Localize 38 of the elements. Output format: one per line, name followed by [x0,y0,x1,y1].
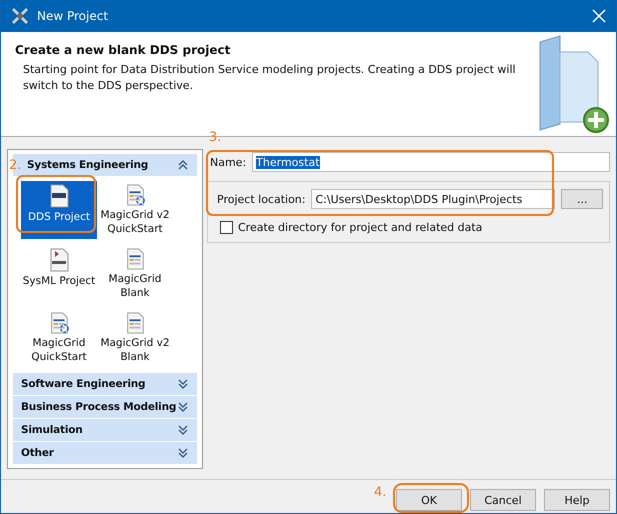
header-title: Create a new blank DDS project [15,43,232,57]
annotation-number: 3. [209,130,222,145]
expand-icon [178,402,188,412]
expand-icon [178,448,188,458]
app-logo-icon [11,7,29,25]
template-item[interactable]: SysML Project [21,245,97,303]
template-item[interactable]: DDS Project [21,181,97,239]
document-icon [48,248,70,272]
cancel-button[interactable]: Cancel [470,489,536,511]
close-icon[interactable] [592,9,606,23]
header-description: Starting point for Data Distribution Service modeling projects. Creating a DDS project will switch to the DDS perspective. [22,62,516,94]
table-document-icon [48,312,70,334]
category-header[interactable]: Software Engineering [13,373,197,395]
browse-button[interactable]: ... [561,189,603,209]
template-item[interactable]: MagicGrid v2 Blank [97,309,173,367]
checkbox[interactable] [220,221,233,234]
collapse-icon [178,160,188,170]
template-item[interactable]: MagicGrid v2 QuickStart [97,181,173,239]
category-header[interactable]: Business Process Modeling [13,396,197,418]
template-item[interactable]: MagicGrid Blank [97,245,173,303]
expand-icon [178,425,188,435]
table-document-icon [124,184,146,206]
table-document-icon [124,248,146,270]
name-field[interactable]: Thermostat [252,152,610,172]
document-icon [48,184,70,208]
category-header[interactable]: Other [13,442,197,464]
expand-icon [178,379,188,389]
help-button[interactable]: Help [544,489,610,511]
category-header[interactable]: Simulation [13,419,197,441]
location-label: Project location: [216,192,306,206]
window-title: New Project [37,9,110,23]
table-document-icon [124,312,146,334]
checkbox-label: Create directory for project and related data [238,221,482,234]
ok-button[interactable]: OK [396,489,462,511]
template-item[interactable]: MagicGrid QuickStart [21,309,97,367]
name-label: Name: [209,156,246,168]
location-field[interactable]: C:\Users\Desktop\DDS Plugin\Projects [311,189,556,209]
annotation-number: 4. [374,485,386,500]
